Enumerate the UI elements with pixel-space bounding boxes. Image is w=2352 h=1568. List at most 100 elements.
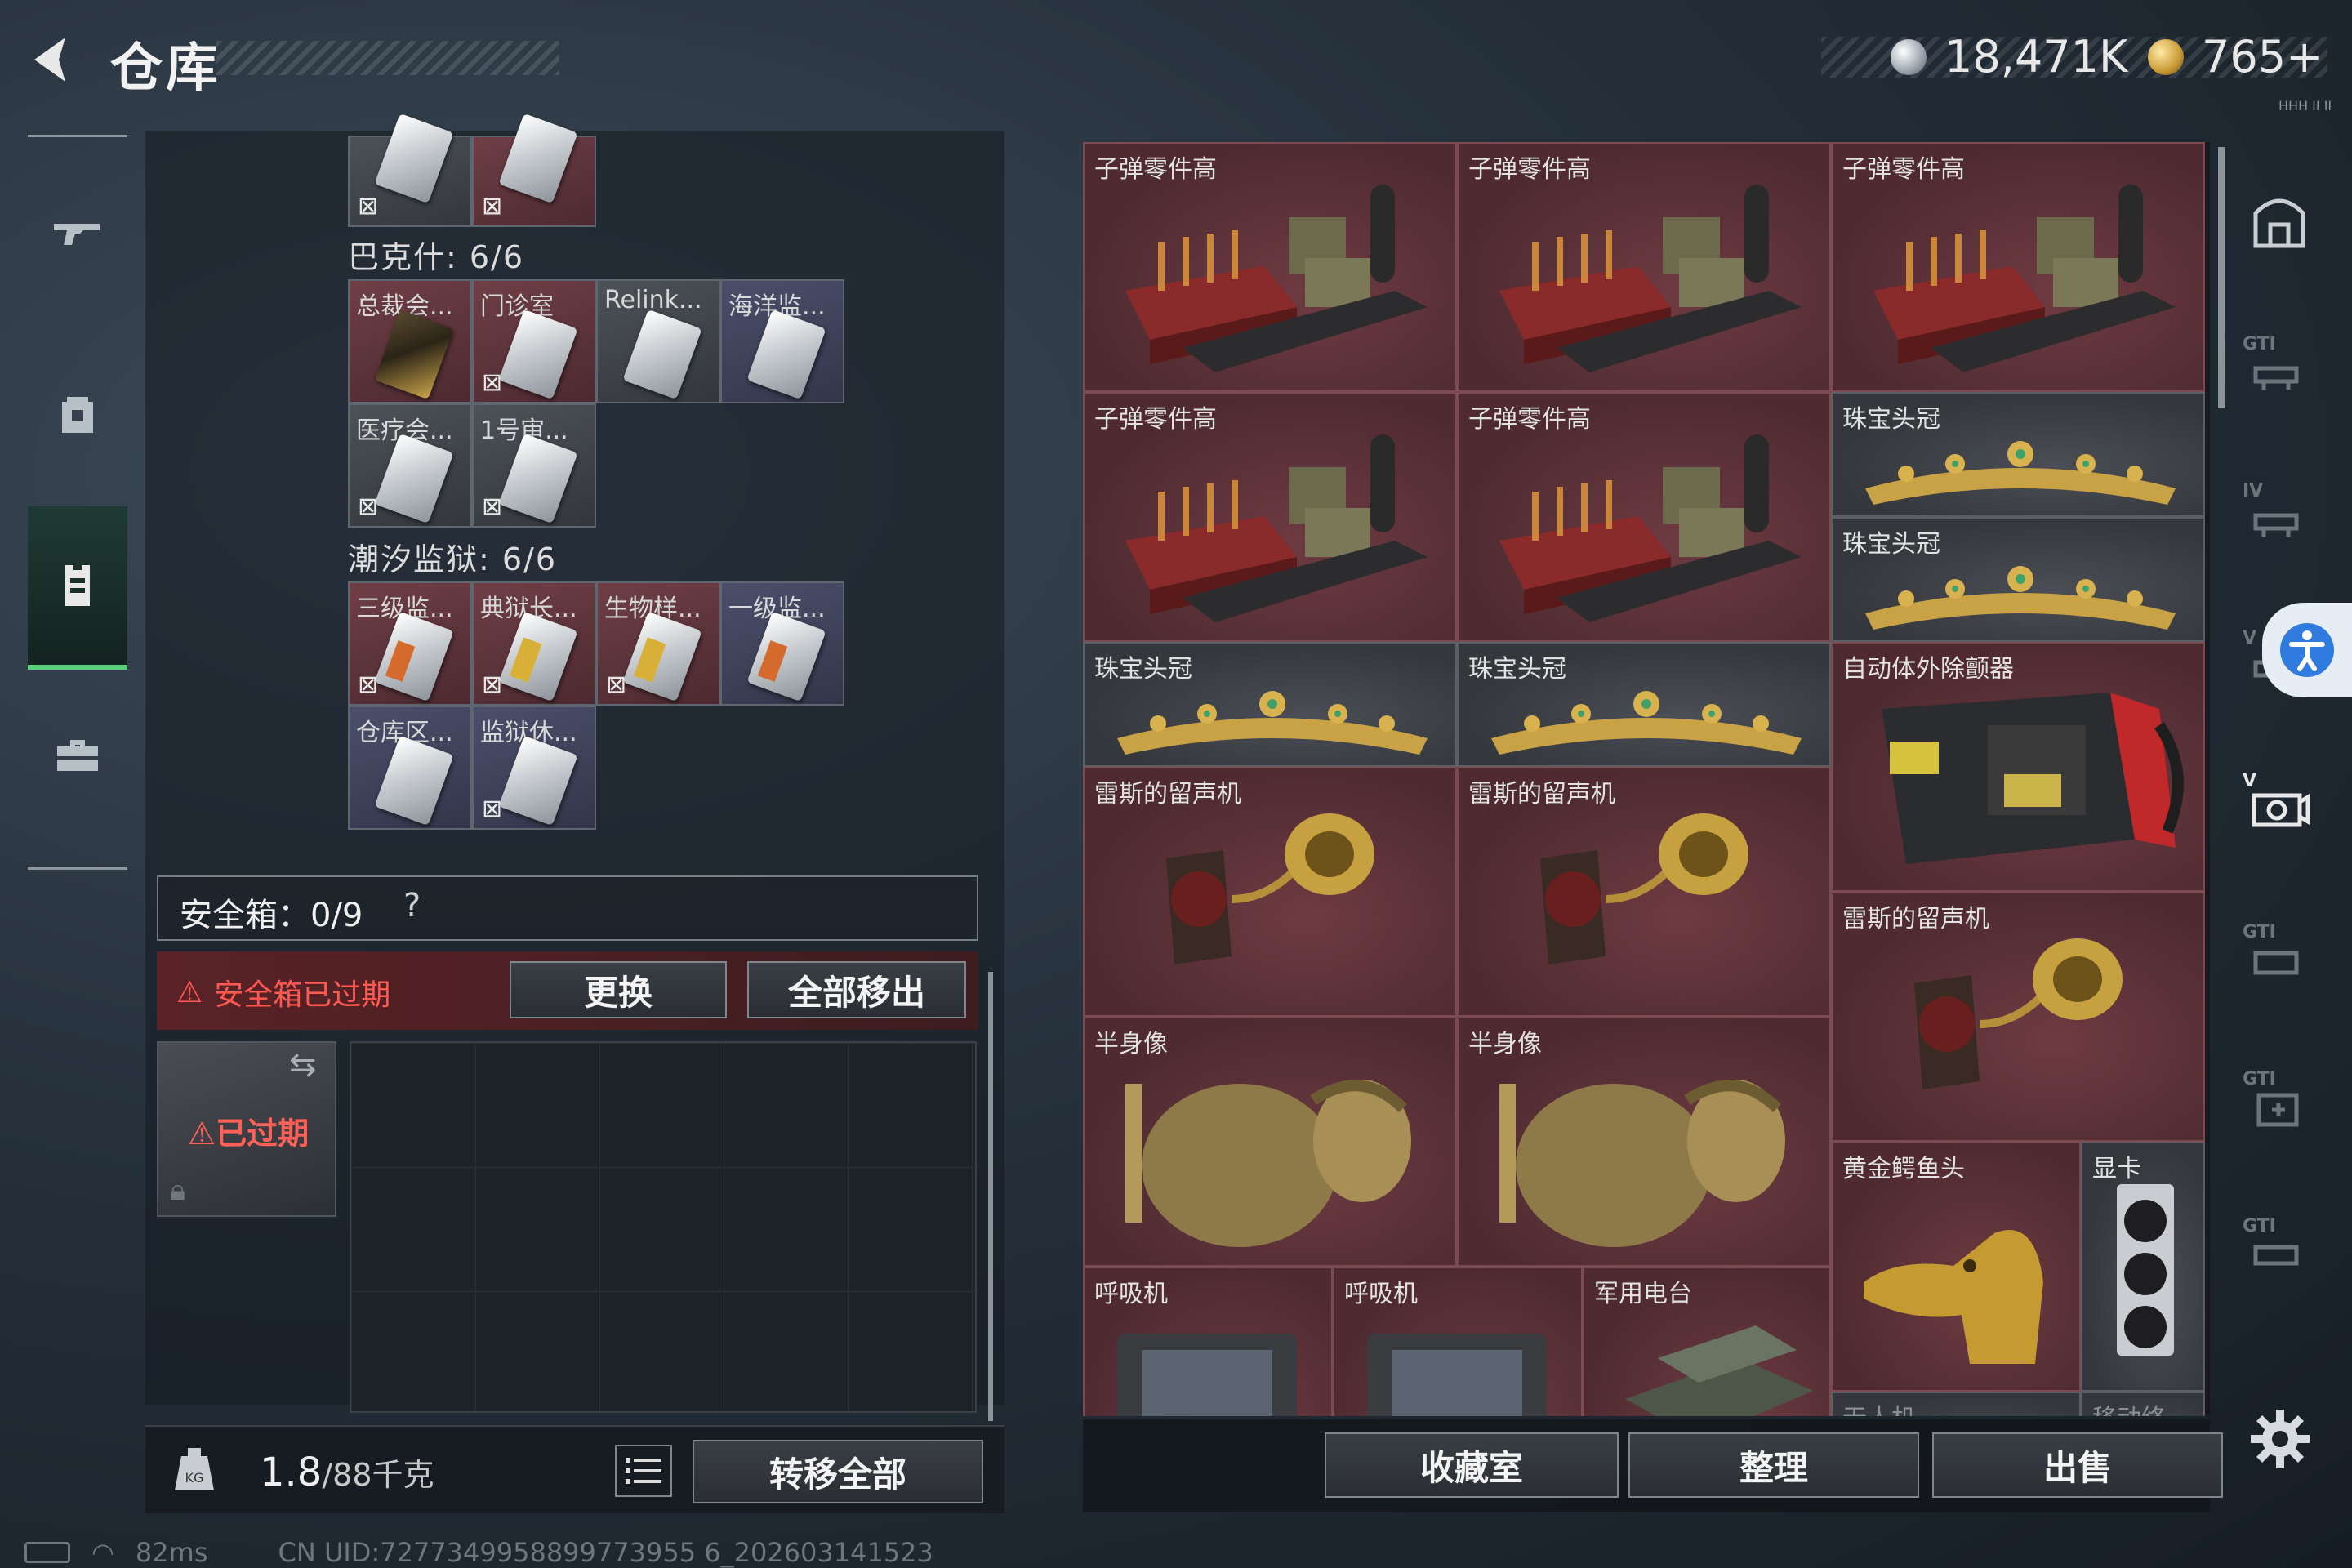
keycard-icon (374, 433, 454, 524)
help-icon[interactable]: ? (403, 887, 421, 924)
inventory-item[interactable]: 黄金鳄鱼头 (1831, 1142, 2081, 1392)
inventory-item[interactable]: 自动体外除颤器 (1831, 642, 2205, 892)
keycard-icon (746, 309, 826, 400)
item-label: 半身像 (1094, 1030, 1168, 1058)
status-bar: ◠ 82ms CN UID:7277349958899773955 6_2026… (24, 1537, 933, 1568)
keycard-icon (498, 113, 578, 204)
key-slot[interactable]: 一级监... (720, 581, 844, 706)
unbound-icon: ⊠ (482, 192, 503, 220)
nav-item-backpack[interactable] (28, 331, 127, 494)
tier-label: GTI (2243, 1069, 2276, 1089)
key-group-label: 潮汐监狱: 6/6 (348, 541, 558, 577)
category-gti[interactable]: GTI (2243, 331, 2316, 404)
inventory-item[interactable]: 雷斯的留声机 (1831, 892, 2205, 1142)
left-footer: KG 1.8/88千克 转移全部 (145, 1425, 1004, 1513)
category-safe-room[interactable] (2243, 184, 2316, 257)
list-view-button[interactable] (615, 1445, 672, 1497)
item-label: 雷斯的留声机 (1468, 780, 1615, 808)
item-label: 珠宝头冠 (1468, 655, 1566, 684)
back-arrow-icon[interactable] (24, 31, 82, 88)
inventory-item[interactable]: 移动终... (2081, 1392, 2205, 1416)
key-slot[interactable]: 总裁会... (348, 279, 472, 403)
expired-notice-text: 安全箱已过期 (214, 978, 391, 1012)
inventory-item[interactable]: 呼吸机 (1083, 1267, 1333, 1416)
gun-icon (54, 224, 100, 245)
left-scrollbar[interactable] (988, 972, 993, 1421)
right-footer: 收藏室 整理 出售 (1083, 1419, 2223, 1512)
inventory-item[interactable]: 子弹零件高 (1457, 142, 1831, 392)
key-slot[interactable]: 仓库区... (348, 706, 472, 830)
gramophone-icon (1166, 813, 1374, 964)
item-label: 子弹零件高 (1094, 155, 1217, 184)
inventory-item[interactable]: 珠宝头冠 (1831, 517, 2205, 642)
category-gti-tools[interactable]: GTI (2243, 919, 2316, 992)
ammo-crate-icon (1125, 434, 1428, 622)
camera-category-icon (2252, 793, 2310, 827)
category-gti-medical[interactable]: GTI (2243, 1066, 2316, 1139)
unbound-icon: ⊠ (482, 492, 503, 521)
key-slot[interactable]: 三级监... ⊠ (348, 581, 472, 706)
category-camera[interactable]: V (2243, 768, 2316, 841)
right-scrollbar[interactable] (2218, 147, 2225, 408)
ventilator-icon (1367, 1334, 1547, 1416)
settings-gear-icon[interactable] (2247, 1406, 2313, 1472)
inventory-item[interactable]: 珠宝头冠 (1083, 642, 1457, 767)
key-group-label: 巴克什: 6/6 (348, 239, 525, 275)
inventory-item[interactable]: 子弹零件高 (1083, 142, 1457, 392)
key-slot[interactable]: Relink... (596, 279, 720, 403)
inventory-item[interactable]: 子弹零件高 (1457, 392, 1831, 642)
keycard-icon (498, 611, 578, 702)
key-slot[interactable]: 典狱长... ⊠ (472, 581, 596, 706)
nav-divider (28, 867, 127, 870)
key-slot[interactable]: 门诊室 ⊠ (472, 279, 596, 403)
key-slot[interactable]: ⊠ (472, 113, 596, 227)
key-slot[interactable]: 医疗会... ⊠ (348, 403, 472, 528)
inventory-item[interactable]: 呼吸机 (1333, 1267, 1583, 1416)
remove-all-button[interactable]: 全部移出 (747, 961, 966, 1018)
warning-icon: ⚠ (188, 1116, 216, 1152)
safebox-grid[interactable] (350, 1041, 977, 1413)
sell-button[interactable]: 出售 (1932, 1432, 2223, 1498)
inventory-item[interactable]: 子弹零件高 (1831, 142, 2205, 392)
unbound-icon: ⊠ (482, 670, 503, 699)
item-label: 子弹零件高 (1842, 155, 1965, 184)
key-slot[interactable]: 生物样... ⊠ (596, 581, 720, 706)
toolbox-icon (57, 740, 98, 771)
swap-icon[interactable]: ⇆ (289, 1046, 317, 1084)
category-tier-iv[interactable]: IV (2243, 478, 2316, 551)
currency-gold[interactable]: 765+ (2148, 31, 2323, 82)
inventory-item[interactable]: 半身像 (1083, 1017, 1457, 1267)
inventory-item[interactable]: 子弹零件高 (1083, 392, 1457, 642)
inventory-item[interactable]: 显卡 (2081, 1142, 2205, 1392)
inventory-item[interactable]: 军用电台 (1583, 1267, 1831, 1416)
unbound-icon: ⊠ (358, 492, 379, 521)
safebox-slot[interactable]: ⇆ ⚠已过期 🔒︎ (157, 1041, 336, 1217)
key-slot[interactable]: 监狱休... ⊠ (472, 706, 596, 830)
inventory-item[interactable]: 雷斯的留声机 (1457, 767, 1831, 1017)
key-slot[interactable]: 1号审... ⊠ (472, 403, 596, 528)
accessibility-button[interactable] (2262, 603, 2352, 697)
category-gti-device[interactable]: GTI (2243, 1213, 2316, 1286)
item-label: 呼吸机 (1094, 1280, 1168, 1308)
nav-item-vest[interactable] (28, 506, 127, 670)
key-slot[interactable]: 海洋监... (720, 279, 844, 403)
key-slot[interactable]: ⊠ (348, 113, 472, 227)
item-label: 移动终... (2092, 1398, 2189, 1416)
tiara-icon (1865, 441, 2176, 505)
inventory-item[interactable]: 珠宝头冠 (1457, 642, 1831, 767)
inventory-item[interactable]: 无人机 (1831, 1392, 2081, 1416)
item-label: 半身像 (1468, 1030, 1542, 1058)
inventory-item[interactable]: 珠宝头冠 (1831, 392, 2205, 517)
inventory-item[interactable]: 雷斯的留声机 (1083, 767, 1457, 1017)
replace-button[interactable]: 更换 (510, 961, 727, 1018)
transfer-all-button[interactable]: 转移全部 (693, 1440, 983, 1503)
inventory-item[interactable]: 半身像 (1457, 1017, 1831, 1267)
item-label: 子弹零件高 (1468, 155, 1591, 184)
ammo-crate-icon (1499, 185, 1802, 372)
nav-item-toolbox[interactable] (28, 674, 127, 837)
collection-room-button[interactable]: 收藏室 (1325, 1432, 1619, 1498)
item-label: 自动体外除颤器 (1842, 655, 2014, 684)
nav-item-weapons[interactable] (28, 151, 127, 314)
organize-button[interactable]: 整理 (1628, 1432, 1919, 1498)
warning-icon: ⚠ (176, 975, 203, 1009)
